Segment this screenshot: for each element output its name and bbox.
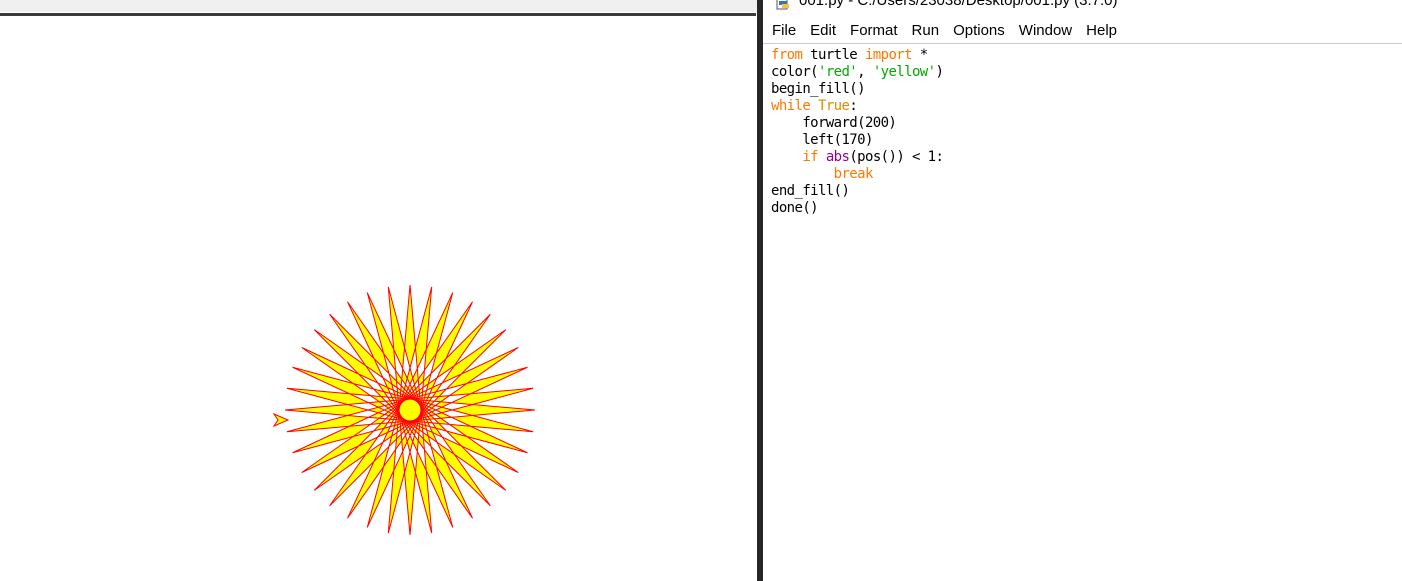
code-line: while True: [771,98,943,115]
code-editor[interactable]: from turtle import * color('red', 'yellow… [763,44,1402,581]
code-token: ) [935,64,944,80]
code-token: (pos()) < 1: [849,149,944,165]
code-token: if [802,149,818,165]
code-token: , [857,64,873,80]
code-line: break [771,166,943,183]
menu-run[interactable]: Run [905,17,947,43]
code-token: left(170) [771,132,873,148]
menu-help[interactable]: Help [1079,17,1124,43]
turtle-cursor-icon [272,412,290,428]
turtle-graphics-window [0,0,758,581]
turtle-drawing [272,284,536,536]
menubar: File Edit Format Run Options Window Help [763,17,1402,43]
menu-format[interactable]: Format [843,17,905,43]
star-drawing [284,284,536,536]
code-token: * [911,47,928,63]
code-token: end_fill() [771,183,850,199]
window-title: 001.py - C:/Users/23038/Desktop/001.py (… [799,0,1118,9]
code-token: forward(200) [771,115,897,131]
code-token: done() [771,200,819,216]
code-token: break [833,166,874,182]
desktop-screen: 001.py - C:/Users/23038/Desktop/001.py (… [0,0,1402,581]
menu-window[interactable]: Window [1012,17,1079,43]
code-token: 'red' [817,64,858,80]
code-token: while [771,98,811,114]
idle-titlebar[interactable]: 001.py - C:/Users/23038/Desktop/001.py (… [763,0,1402,17]
turtle-window-titlebar[interactable] [0,0,758,12]
code-line: done() [771,200,943,217]
python-file-icon [776,0,789,10]
menu-options[interactable]: Options [946,17,1012,43]
code-line: forward(200) [771,115,943,132]
code-token: begin_fill() [771,81,866,97]
code-token: turtle [802,47,865,63]
code-text[interactable]: from turtle import * color('red', 'yellow… [771,47,944,217]
menu-file[interactable]: File [763,17,803,43]
menu-edit[interactable]: Edit [803,17,843,43]
code-line: begin_fill() [771,81,943,98]
code-token: from [771,47,803,63]
code-line: end_fill() [771,183,943,200]
code-token: True [818,98,850,114]
idle-editor-window: 001.py - C:/Users/23038/Desktop/001.py (… [763,0,1402,581]
turtle-canvas[interactable] [0,16,756,581]
code-line: from turtle import * [771,47,943,64]
code-token: 'yellow' [872,64,936,80]
code-token: abs [825,149,850,165]
code-token: color( [771,64,819,80]
code-token: : [849,98,858,114]
code-line: left(170) [771,132,943,149]
code-line: if abs(pos()) < 1: [771,149,944,166]
code-line: color('red', 'yellow') [771,64,944,81]
code-token: import [864,47,913,63]
